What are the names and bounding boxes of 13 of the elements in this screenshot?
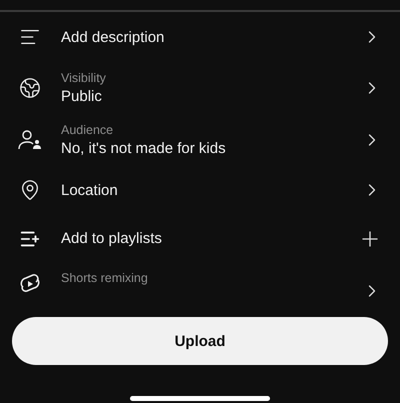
remix-icon <box>19 273 41 293</box>
row-label: Audience <box>61 123 114 137</box>
row-title[interactable]: Public <box>61 88 362 105</box>
globe-icon <box>19 77 41 99</box>
upload-button[interactable]: Upload <box>12 317 388 365</box>
row-title[interactable]: Location <box>61 182 362 198</box>
location-pin-icon <box>19 179 41 201</box>
person-icon <box>18 129 42 151</box>
row-label: Visibility <box>61 71 107 85</box>
row-title[interactable]: Add description <box>61 28 362 46</box>
row-title[interactable]: No, it's not made for kids <box>61 140 362 157</box>
row-title[interactable]: Add to playlists <box>61 230 358 247</box>
row-label: Shorts remixing <box>61 271 149 285</box>
